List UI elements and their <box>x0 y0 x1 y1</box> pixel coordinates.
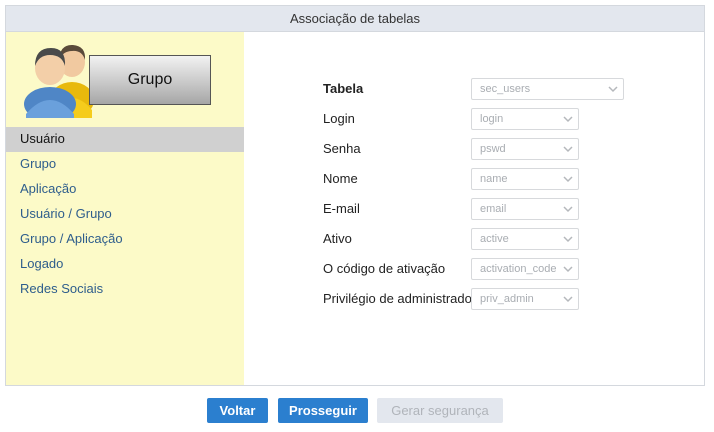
panel-title: Associação de tabelas <box>6 6 704 32</box>
field-row-tabela: Tabela sec_users <box>323 78 643 100</box>
sidebar: Grupo Usuário Grupo Aplicação Usuário / … <box>6 32 244 385</box>
field-label: Tabela <box>323 81 364 96</box>
sidebar-item-usuario-grupo[interactable]: Usuário / Grupo <box>6 202 244 227</box>
chevron-down-icon <box>563 146 573 153</box>
field-label: Nome <box>323 171 358 186</box>
field-label: O código de ativação <box>323 261 446 276</box>
field-label: Privilégio de administrador <box>323 291 477 306</box>
association-panel: Associação de tabelas Grupo Usuário Grup… <box>5 5 705 386</box>
sidebar-item-logado[interactable]: Logado <box>6 252 244 277</box>
chevron-down-icon <box>563 266 573 273</box>
active-select[interactable]: active <box>471 228 579 250</box>
field-label: Login <box>323 111 355 126</box>
select-value: priv_admin <box>480 293 534 305</box>
name-select[interactable]: name <box>471 168 579 190</box>
sidebar-hero: Grupo <box>6 32 244 127</box>
field-row-senha: Senha pswd <box>323 138 643 160</box>
chevron-down-icon <box>563 296 573 303</box>
select-value: email <box>480 203 507 215</box>
field-row-ativo: Ativo active <box>323 228 643 250</box>
select-value: sec_users <box>480 83 531 95</box>
select-value: active <box>480 233 509 245</box>
password-select[interactable]: pswd <box>471 138 579 160</box>
select-value: login <box>480 113 504 125</box>
sidebar-item-aplicacao[interactable]: Aplicação <box>6 177 244 202</box>
field-label: Senha <box>323 141 361 156</box>
sidebar-item-usuario[interactable]: Usuário <box>6 127 244 152</box>
select-value: pswd <box>480 143 506 155</box>
field-row-nome: Nome name <box>323 168 643 190</box>
chevron-down-icon <box>563 236 573 243</box>
admin-privilege-select[interactable]: priv_admin <box>471 288 579 310</box>
sidebar-item-grupo-aplicacao[interactable]: Grupo / Aplicação <box>6 227 244 252</box>
generate-security-button[interactable]: Gerar segurança <box>377 398 503 423</box>
select-value: activation_code <box>480 263 557 275</box>
chevron-down-icon <box>563 176 573 183</box>
field-label: E-mail <box>323 201 360 216</box>
sidebar-menu: Usuário Grupo Aplicação Usuário / Grupo … <box>6 127 244 302</box>
select-value: name <box>480 173 508 185</box>
field-row-login: Login login <box>323 108 643 130</box>
chevron-down-icon <box>563 206 573 213</box>
login-select[interactable]: login <box>471 108 579 130</box>
table-select[interactable]: sec_users <box>471 78 624 100</box>
field-row-activation-code: O código de ativação activation_code <box>323 258 643 280</box>
activation-code-select[interactable]: activation_code <box>471 258 579 280</box>
back-button[interactable]: Voltar <box>207 398 268 423</box>
chevron-down-icon <box>608 86 618 93</box>
next-button[interactable]: Prosseguir <box>278 398 368 423</box>
email-select[interactable]: email <box>471 198 579 220</box>
field-row-admin-privilege: Privilégio de administrador priv_admin <box>323 288 643 310</box>
sidebar-item-grupo[interactable]: Grupo <box>6 152 244 177</box>
sidebar-item-redes-sociais[interactable]: Redes Sociais <box>6 277 244 302</box>
field-row-email: E-mail email <box>323 198 643 220</box>
field-label: Ativo <box>323 231 352 246</box>
chevron-down-icon <box>563 116 573 123</box>
group-label-box: Grupo <box>89 55 211 105</box>
